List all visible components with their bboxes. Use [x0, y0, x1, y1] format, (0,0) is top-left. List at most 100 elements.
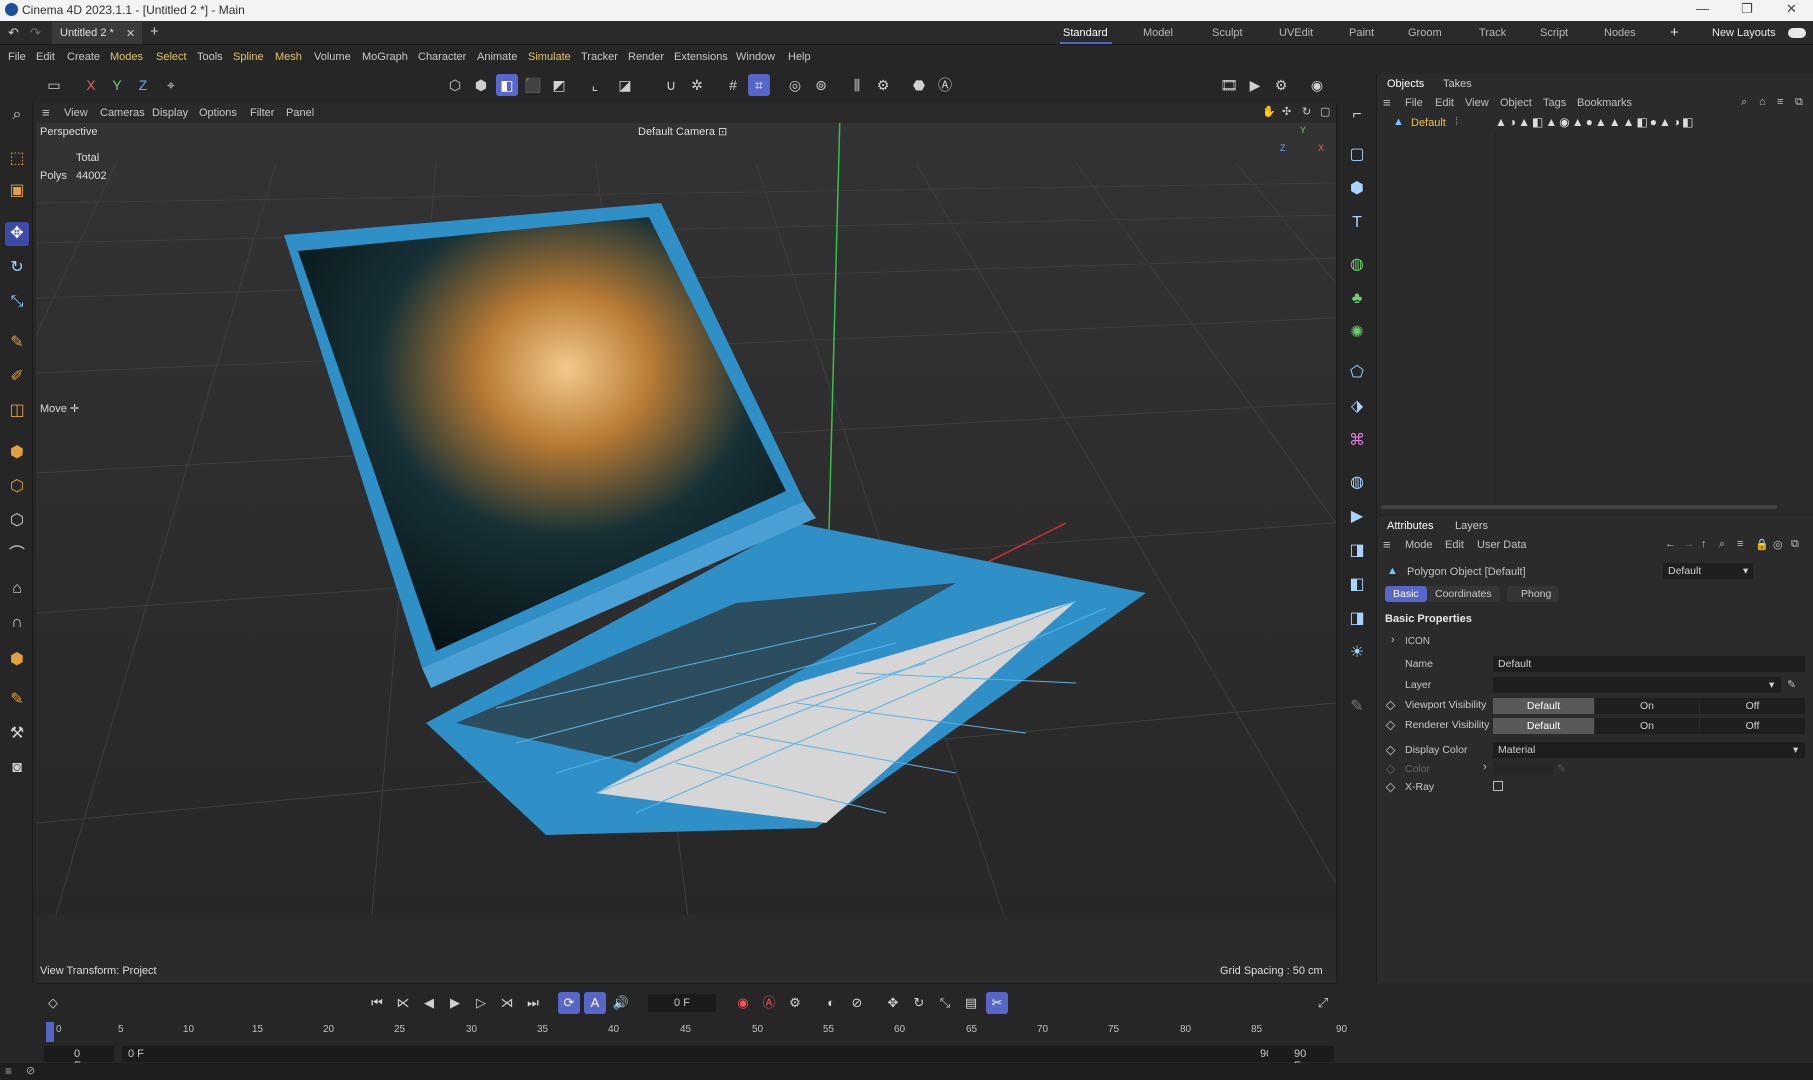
objects-menu-object[interactable]: Object: [1500, 97, 1532, 109]
polygons-mode-icon[interactable]: ◧: [496, 74, 518, 96]
sculpt-icon[interactable]: ⚒: [5, 722, 29, 746]
search-icon[interactable]: ⌕: [5, 103, 29, 127]
viewport-menu-options[interactable]: Options: [199, 107, 237, 119]
menu-modes[interactable]: Modes: [110, 51, 143, 63]
lock-icon[interactable]: 🔒: [1755, 538, 1769, 551]
polygon-pen-icon[interactable]: ◫: [5, 399, 29, 423]
environment-icon[interactable]: ◍: [1345, 471, 1369, 495]
edges-mode-icon[interactable]: ⬢: [470, 74, 492, 96]
parameter-key-icon[interactable]: ▤: [960, 992, 982, 1014]
attributes-new-window-icon[interactable]: ⧉: [1791, 538, 1799, 551]
keyframe-filter-icon[interactable]: ◐: [820, 992, 842, 1014]
points-mode-icon[interactable]: ⬡: [444, 74, 466, 96]
menu-mesh[interactable]: Mesh: [275, 51, 302, 63]
timeline-expand-icon[interactable]: ⤢: [1312, 992, 1334, 1014]
point-level-key-icon[interactable]: ✂: [986, 992, 1008, 1014]
camera-target-icon[interactable]: ◙: [5, 756, 29, 780]
menu-edit[interactable]: Edit: [36, 51, 55, 63]
maximize-view-icon[interactable]: ▢: [1320, 105, 1330, 118]
rotation-key-icon[interactable]: ↻: [908, 992, 930, 1014]
attributes-filter-icon[interactable]: ≡: [1737, 538, 1743, 550]
workplane-icon[interactable]: ◎: [784, 74, 806, 96]
render-view-icon[interactable]: 🎞: [1218, 74, 1240, 96]
name-field[interactable]: Default: [1493, 656, 1805, 672]
tab-takes[interactable]: Takes: [1443, 78, 1472, 90]
auto-key-icon[interactable]: Ⓐ: [758, 992, 780, 1014]
camera-icon[interactable]: ◨: [1345, 539, 1369, 563]
forward-arrow-icon[interactable]: →: [1683, 538, 1694, 550]
viewport-visibility-off[interactable]: Off: [1700, 698, 1805, 714]
go-to-start-icon[interactable]: ⏮: [366, 992, 388, 1014]
viewport-menu-display[interactable]: Display: [152, 107, 188, 119]
go-to-end-icon[interactable]: ⏭: [522, 992, 544, 1014]
render-settings-icon[interactable]: ⬣: [908, 74, 930, 96]
maximize-icon[interactable]: ❐: [1741, 1, 1753, 17]
3d-viewport[interactable]: Perspective Default Camera ⊡ Total Polys…: [36, 123, 1336, 983]
sound-icon[interactable]: 🔊: [610, 992, 632, 1014]
select-tool-icon[interactable]: ⬚: [5, 147, 29, 171]
timeline-ruler[interactable]: 0 5 10 15 20 25 30 35 40 45 50 55 60 65 …: [46, 1022, 1347, 1044]
preset-dropdown[interactable]: Default ▾: [1663, 563, 1753, 579]
generator-icon[interactable]: ◍: [1345, 253, 1369, 277]
magnet-icon[interactable]: ∪: [660, 74, 682, 96]
object-row[interactable]: ▲ Default ⁞ ▲◑▲◧▲◉▲●▲▲▲◧●▲◑◧: [1377, 114, 1813, 132]
previous-key-icon[interactable]: ⋉: [392, 992, 414, 1014]
viewport-visibility-on[interactable]: On: [1595, 698, 1699, 714]
frame-range-slider[interactable]: 0 F 90 F: [122, 1046, 1302, 1062]
cube-primitive-icon[interactable]: ⬢: [1345, 177, 1369, 201]
stage-icon[interactable]: ◧: [1345, 573, 1369, 597]
viewport-solo-icon[interactable]: ▭: [43, 74, 65, 96]
objects-menu-tags[interactable]: Tags: [1543, 97, 1566, 109]
up-arrow-icon[interactable]: ↑: [1701, 538, 1707, 550]
chevron-right-icon[interactable]: ›: [1391, 634, 1395, 646]
motion-record-icon[interactable]: ⊘: [846, 992, 868, 1014]
effector-icon[interactable]: ✺: [1345, 321, 1369, 345]
spline-icon[interactable]: ⌘: [1345, 429, 1369, 453]
subtab-coordinates[interactable]: Coordinates: [1427, 586, 1500, 602]
solo-mode-icon[interactable]: ◪: [614, 74, 636, 96]
layout-tab-nodes[interactable]: Nodes: [1604, 27, 1636, 39]
brush-select-icon[interactable]: ✐: [5, 365, 29, 389]
record-icon[interactable]: ◉: [732, 992, 754, 1014]
viewport-menu-panel[interactable]: Panel: [286, 107, 314, 119]
close-tab-icon[interactable]: ✕: [126, 27, 135, 40]
position-key-icon[interactable]: ✥: [882, 992, 904, 1014]
back-arrow-icon[interactable]: ←: [1665, 538, 1676, 550]
attributes-menu-mode[interactable]: Mode: [1405, 539, 1433, 551]
menu-animate[interactable]: Animate: [477, 51, 517, 63]
menu-mograph[interactable]: MoGraph: [362, 51, 408, 63]
primitive-square-icon[interactable]: ▢: [1345, 143, 1369, 167]
render-picture-viewer-icon[interactable]: ▶: [1244, 74, 1266, 96]
playhead[interactable]: [46, 1022, 54, 1042]
display-color-keyframe-icon[interactable]: [1385, 745, 1396, 756]
new-layouts-label[interactable]: New Layouts: [1712, 27, 1776, 39]
end-frame-field[interactable]: 90 F: [1268, 1046, 1334, 1072]
attributes-menu-edit[interactable]: Edit: [1445, 539, 1464, 551]
menu-select[interactable]: Select: [156, 51, 187, 63]
layout-tab-paint[interactable]: Paint: [1349, 27, 1374, 39]
key-settings-icon[interactable]: ⚙: [784, 992, 806, 1014]
layout-tab-standard[interactable]: Standard: [1063, 27, 1108, 39]
menu-character[interactable]: Character: [418, 51, 466, 63]
subdivision-icon[interactable]: ⬡: [5, 475, 29, 499]
symmetry-settings-icon[interactable]: ⚙: [872, 74, 894, 96]
grid-snap-icon[interactable]: #: [722, 74, 744, 96]
new-layouts-toggle[interactable]: [1788, 28, 1806, 38]
menu-help[interactable]: Help: [788, 51, 811, 63]
previous-frame-icon[interactable]: ◀: [418, 992, 440, 1014]
close-icon[interactable]: ✕: [1786, 1, 1797, 17]
add-layout-icon[interactable]: +: [1670, 24, 1679, 41]
objects-filter-icon[interactable]: ≡: [1777, 96, 1783, 108]
menu-volume[interactable]: Volume: [314, 51, 351, 63]
tab-layers[interactable]: Layers: [1455, 520, 1488, 532]
loop-icon[interactable]: ⟳: [558, 992, 580, 1014]
renderer-visibility-default[interactable]: Default: [1493, 718, 1594, 734]
objects-hscrollbar[interactable]: [1381, 505, 1777, 509]
x-axis-lock-button[interactable]: X: [80, 74, 102, 96]
rotate-tool-icon[interactable]: ↻: [5, 256, 29, 280]
redo-icon[interactable]: ↷: [30, 25, 41, 41]
rotate-view-icon[interactable]: ↻: [1302, 105, 1311, 118]
spline-pen-icon[interactable]: ⌐: [1345, 103, 1369, 127]
pan-view-icon[interactable]: ✋: [1262, 105, 1276, 118]
scale-key-icon[interactable]: ⤡: [934, 992, 956, 1014]
